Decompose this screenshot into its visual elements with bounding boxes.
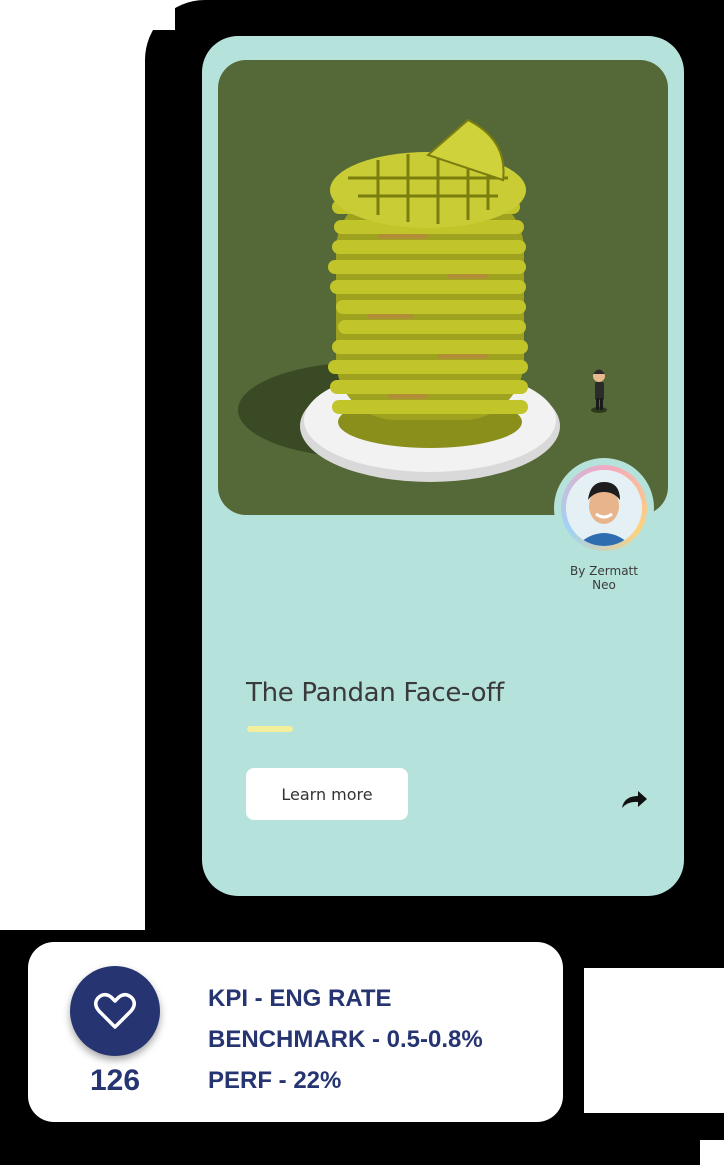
kpi-card: 126 KPI - ENG RATE BENCHMARK - 0.5-0.8% … <box>28 942 563 1122</box>
kpi-lines: KPI - ENG RATE BENCHMARK - 0.5-0.8% PERF… <box>208 978 483 1101</box>
post-card: By Zermatt Neo The Pandan Face-off Learn… <box>202 36 684 896</box>
hero-image-waffle-stack <box>218 60 668 515</box>
backdrop-white-corner <box>145 0 175 30</box>
backdrop-white-corner-br <box>700 1140 724 1165</box>
backdrop-white-left <box>0 0 145 930</box>
post-title: The Pandan Face-off <box>246 678 504 708</box>
likes-count: 126 <box>89 1064 141 1097</box>
heart-outline-icon <box>70 966 160 1056</box>
avatar-photo <box>566 470 642 546</box>
learn-more-button[interactable]: Learn more <box>246 768 408 820</box>
author-byline: By Zermatt Neo <box>570 564 638 592</box>
kpi-line-metric: KPI - ENG RATE <box>208 985 392 1012</box>
waffle-illustration <box>238 118 607 482</box>
kpi-line-performance: PERF - 22% <box>208 1067 342 1094</box>
avatar-ring-gradient <box>561 465 647 551</box>
kpi-line-benchmark: BENCHMARK - 0.5-0.8% <box>208 1026 483 1053</box>
share-arrow-icon[interactable] <box>618 788 650 812</box>
author-avatar[interactable] <box>554 458 654 558</box>
backdrop-white-right <box>584 968 724 1113</box>
title-underline <box>247 726 293 732</box>
